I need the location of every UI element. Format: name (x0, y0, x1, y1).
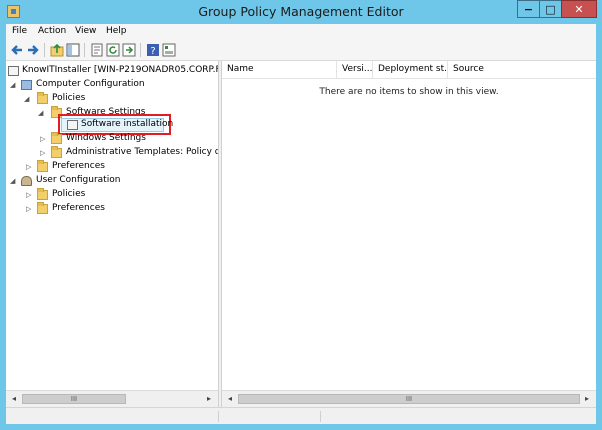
menu-bar: File Action View Help (6, 24, 596, 39)
scrollbar-grip: III (405, 395, 413, 403)
status-segment (220, 411, 321, 422)
tree-item-label: User Configuration (36, 175, 121, 185)
folder-icon (37, 202, 48, 214)
menu-view[interactable]: View (75, 26, 96, 36)
scroll-right-arrow-icon[interactable]: ▸ (204, 394, 214, 404)
title-bar[interactable]: Group Policy Management Editor − □ ✕ (0, 0, 602, 24)
folder-icon (51, 132, 62, 144)
gpo-icon (8, 66, 19, 76)
console-tree: KnowITInstaller [WIN-P219ONADR05.CORP.FO… (6, 61, 218, 407)
tree-item-label: Administrative Templates: Policy defi (66, 147, 218, 157)
tree-item-label: Policies (52, 189, 86, 199)
maximize-button[interactable]: □ (539, 0, 562, 18)
list-header: Name Versi... Deployment st... Source (222, 61, 596, 79)
up-folder-icon[interactable] (50, 43, 64, 57)
user-config-icon (21, 176, 32, 186)
scrollbar-thumb[interactable]: III (22, 394, 126, 404)
empty-list-message: There are no items to show in this view. (319, 87, 499, 97)
forward-icon[interactable] (26, 43, 40, 57)
tree-item-label: KnowITInstaller [WIN-P219ONADR05.CORP.FO… (22, 65, 218, 75)
export-list-icon[interactable] (122, 43, 136, 57)
expand-arrow-icon[interactable]: ▷ (26, 164, 33, 171)
expand-arrow-icon[interactable]: ▷ (40, 150, 47, 157)
collapse-arrow-icon[interactable]: ◢ (10, 82, 17, 89)
folder-icon (37, 188, 48, 200)
folder-icon (37, 92, 48, 104)
help-icon[interactable]: ? (146, 43, 160, 57)
scrollbar-grip: III (70, 395, 78, 403)
menu-action[interactable]: Action (38, 26, 66, 36)
view-icon[interactable] (162, 43, 176, 57)
tree-item-label: Computer Configuration (36, 79, 145, 89)
svg-text:?: ? (150, 46, 155, 57)
window-title: Group Policy Management Editor (198, 4, 404, 19)
toolbar: ? (6, 39, 596, 61)
expand-arrow-icon[interactable]: ▷ (26, 206, 33, 213)
tree-item-label: Windows Settings (66, 133, 146, 143)
collapse-arrow-icon[interactable]: ◢ (24, 96, 31, 103)
close-button[interactable]: ✕ (561, 0, 597, 18)
toolbar-separator (84, 43, 85, 57)
status-bar (6, 407, 596, 424)
list-horizontal-scrollbar[interactable]: ◂ III ▸ (222, 390, 596, 407)
column-deployment-state[interactable]: Deployment st... (373, 61, 448, 78)
app-window: Group Policy Management Editor − □ ✕ Fil… (0, 0, 602, 430)
toolbar-separator (140, 43, 141, 57)
column-name[interactable]: Name (222, 61, 337, 78)
scrollbar-thumb[interactable]: III (238, 394, 580, 404)
toolbar-separator (44, 43, 45, 57)
status-segment (6, 411, 219, 422)
properties-icon[interactable] (90, 43, 104, 57)
back-icon[interactable] (10, 43, 24, 57)
tree-item-label: Software installation (81, 119, 174, 129)
minimize-button[interactable]: − (517, 0, 540, 18)
folder-icon (51, 146, 62, 158)
scroll-left-arrow-icon[interactable]: ◂ (225, 394, 235, 404)
expand-arrow-icon[interactable]: ▷ (40, 136, 47, 143)
scroll-left-arrow-icon[interactable]: ◂ (9, 394, 19, 404)
tree-item-label: Preferences (52, 203, 105, 213)
scroll-right-arrow-icon[interactable]: ▸ (582, 394, 592, 404)
collapse-arrow-icon[interactable]: ◢ (38, 110, 45, 117)
collapse-arrow-icon[interactable]: ◢ (10, 178, 17, 185)
column-source[interactable]: Source (448, 61, 596, 78)
computer-config-icon (21, 80, 32, 90)
refresh-icon[interactable] (106, 43, 120, 57)
details-pane: Name Versi... Deployment st... Source Th… (222, 61, 596, 407)
expand-arrow-icon[interactable]: ▷ (26, 192, 33, 199)
folder-icon (37, 160, 48, 172)
menu-help[interactable]: Help (106, 26, 127, 36)
tree-item-label: Preferences (52, 161, 105, 171)
menu-file[interactable]: File (12, 26, 27, 36)
software-installation-icon (67, 120, 78, 130)
client-area: KnowITInstaller [WIN-P219ONADR05.CORP.FO… (6, 61, 596, 407)
show-hide-tree-icon[interactable] (66, 43, 80, 57)
tree-horizontal-scrollbar[interactable]: ◂ III ▸ (6, 390, 218, 407)
column-version[interactable]: Versi... (337, 61, 373, 78)
tree-item-label: Policies (52, 93, 86, 103)
